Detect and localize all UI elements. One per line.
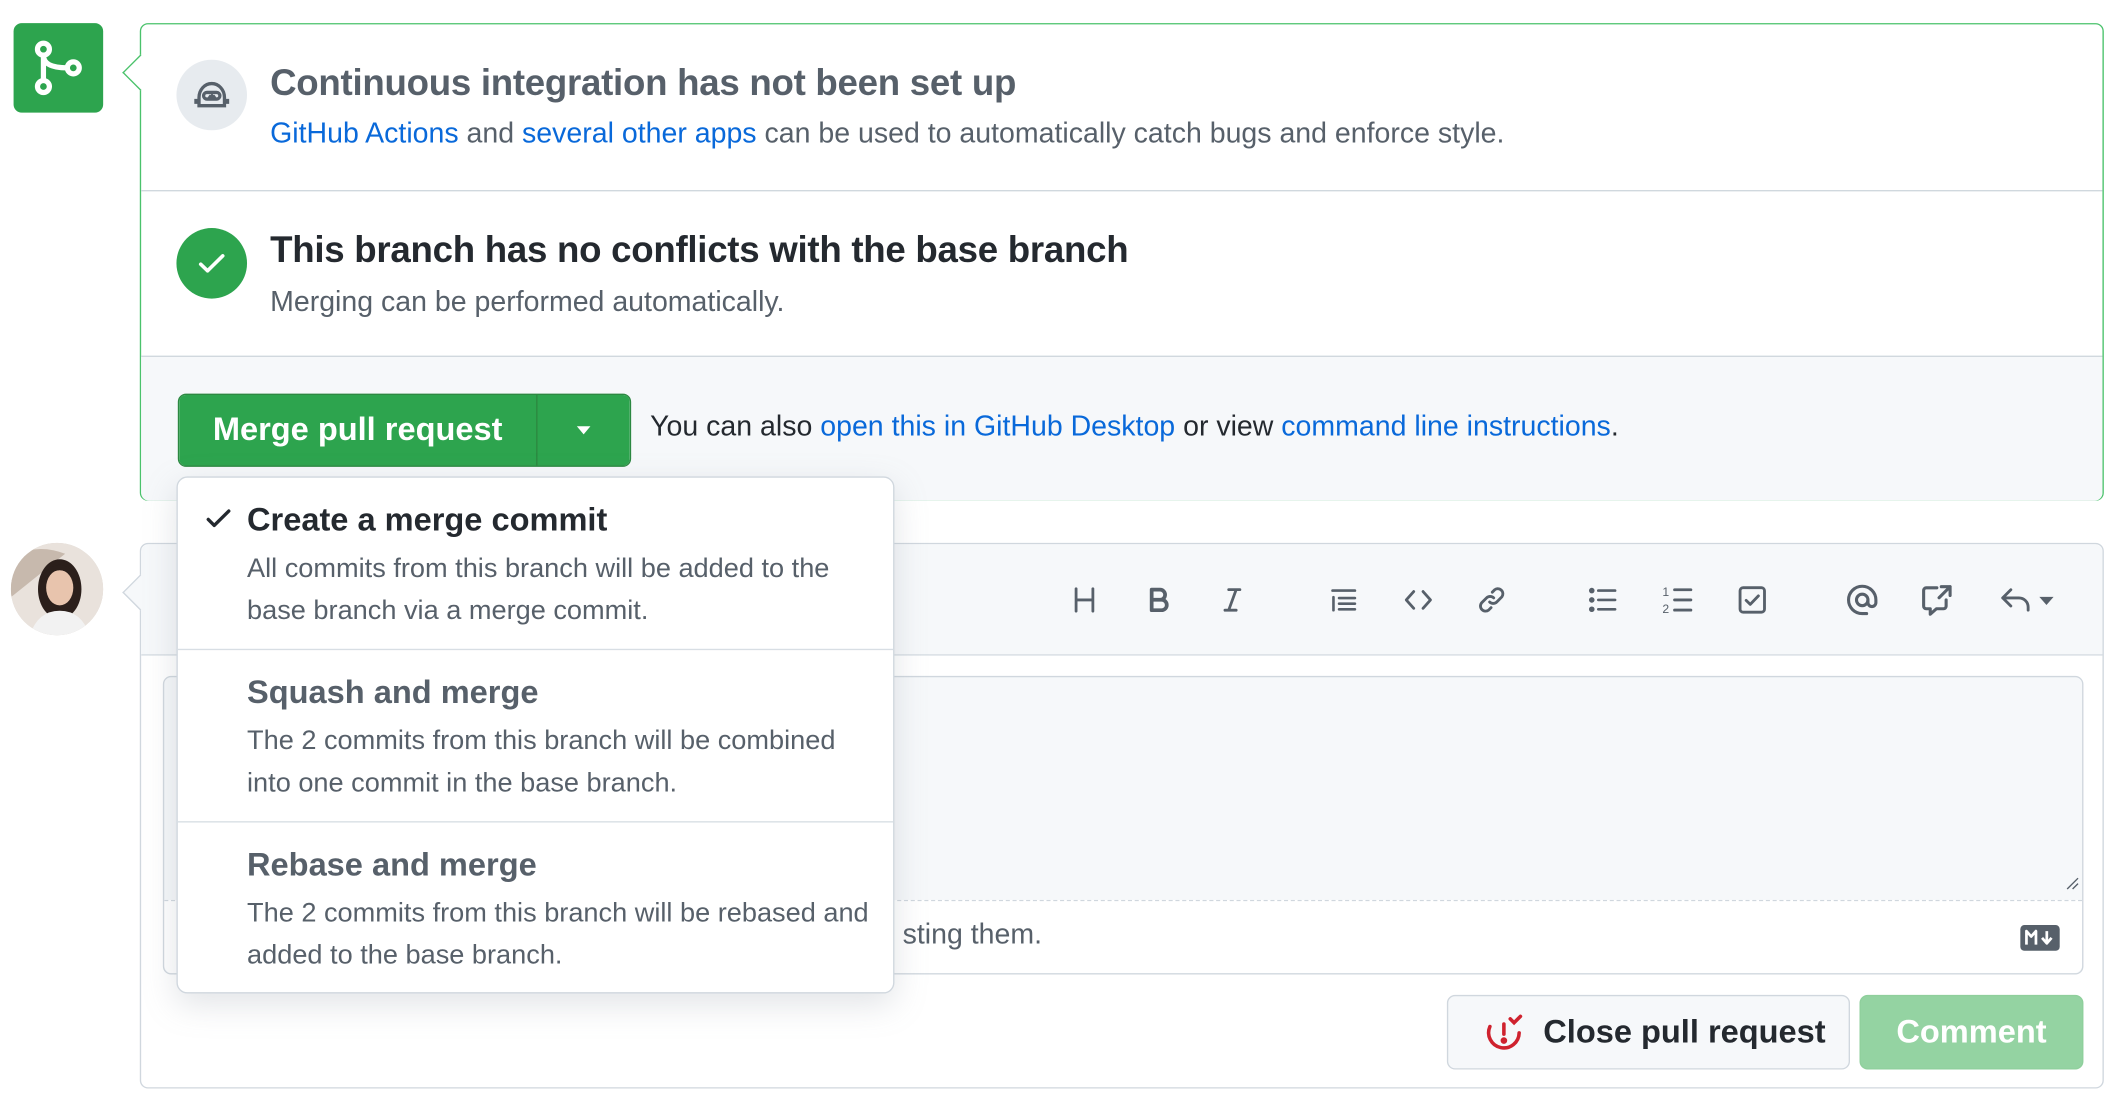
- merge-option-title: Rebase and merge: [247, 846, 537, 884]
- command-line-link[interactable]: command line instructions: [1281, 411, 1611, 442]
- github-actions-link[interactable]: GitHub Actions: [270, 118, 459, 149]
- ci-status-section: Continuous integration has not been set …: [141, 24, 2103, 192]
- check-icon: [206, 509, 231, 528]
- bold-icon[interactable]: [1136, 577, 1182, 623]
- also-prefix: You can also: [650, 411, 821, 443]
- merge-method-menu: Create a merge commit All commits from t…: [176, 476, 895, 994]
- ci-text-rest: can be used to automatically catch bugs …: [756, 118, 1505, 150]
- merge-box: Continuous integration has not been set …: [139, 23, 2104, 501]
- heading-icon[interactable]: [1061, 577, 1107, 623]
- close-pull-request-button[interactable]: Close pull request: [1446, 994, 1850, 1070]
- comment-button[interactable]: Comment: [1859, 994, 2084, 1070]
- svg-text:2: 2: [1662, 602, 1669, 616]
- merge-option-description: The 2 commits from this branch will be c…: [247, 726, 836, 799]
- resize-handle-icon[interactable]: [2063, 873, 2079, 897]
- cross-reference-icon[interactable]: [1914, 577, 1960, 623]
- quote-icon[interactable]: [1321, 577, 1367, 623]
- alternative-merge-text: You can also open this in GitHub Desktop…: [650, 411, 1619, 444]
- check-circle-icon: [176, 228, 248, 299]
- copilot-robot-icon: [176, 59, 248, 131]
- markdown-icon[interactable]: [2020, 924, 2061, 958]
- merge-option-description: All commits from this branch will be add…: [247, 553, 830, 626]
- merge-method-dropdown-button[interactable]: [537, 394, 630, 466]
- merge-option-title: Squash and merge: [247, 674, 539, 712]
- close-pull-request-label: Close pull request: [1543, 1013, 1826, 1050]
- conflicts-description: Merging can be performed automatically.: [270, 286, 785, 318]
- merge-option-rebase-and-merge[interactable]: Rebase and merge The 2 commits from this…: [178, 823, 893, 993]
- merge-pull-request-button[interactable]: Merge pull request: [179, 394, 538, 466]
- ci-title: Continuous integration has not been set …: [270, 62, 1017, 104]
- merge-option-description: The 2 commits from this branch will be r…: [247, 898, 869, 971]
- reply-icon[interactable]: [1995, 577, 2063, 623]
- code-icon[interactable]: [1395, 577, 1441, 623]
- svg-text:1: 1: [1662, 585, 1669, 599]
- other-apps-link[interactable]: several other apps: [522, 118, 757, 149]
- avatar[interactable]: [10, 542, 104, 636]
- italic-icon[interactable]: [1209, 577, 1255, 623]
- conflicts-section: This branch has no conflicts with the ba…: [141, 191, 2103, 357]
- merge-button-group: Merge pull request: [177, 393, 632, 467]
- issue-closed-icon: [1486, 1013, 1523, 1049]
- triangle-down-icon: [576, 426, 591, 435]
- ordered-list-icon[interactable]: 12: [1655, 577, 1701, 623]
- attach-files-text: sting them.: [902, 918, 1043, 951]
- link-icon[interactable]: [1469, 577, 1515, 623]
- conflicts-title: This branch has no conflicts with the ba…: [270, 229, 1129, 271]
- merge-option-create-merge-commit[interactable]: Create a merge commit All commits from t…: [177, 478, 894, 651]
- github-desktop-link[interactable]: open this in GitHub Desktop: [820, 411, 1175, 442]
- mention-icon[interactable]: [1839, 577, 1885, 623]
- merge-option-squash-and-merge[interactable]: Squash and merge The 2 commits from this…: [177, 650, 894, 823]
- task-list-icon[interactable]: [1729, 577, 1775, 623]
- git-merge-icon: [13, 23, 104, 113]
- or-view-text: or view: [1175, 411, 1282, 443]
- unordered-list-icon[interactable]: [1580, 577, 1626, 623]
- merge-option-title: Create a merge commit: [247, 502, 608, 539]
- ci-description: GitHub Actions and several other apps ca…: [270, 118, 1504, 151]
- ci-text-and: and: [458, 118, 523, 150]
- period-text: .: [1610, 411, 1619, 443]
